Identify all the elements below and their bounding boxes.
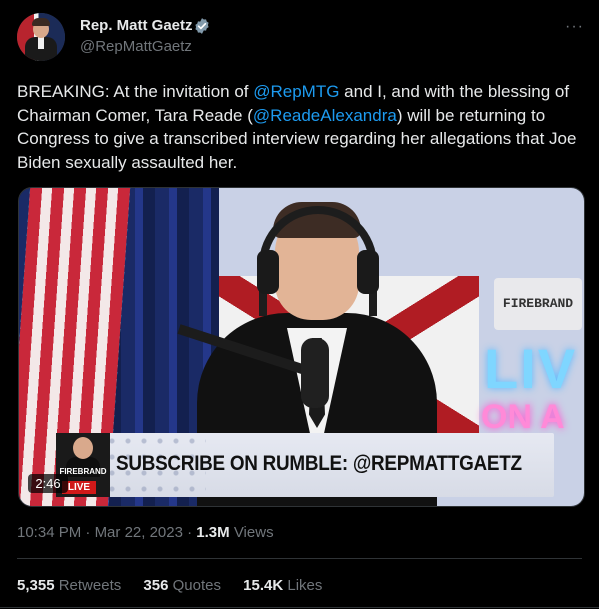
engagement-stats: 5,355 Retweets 356 Quotes 15.4K Likes xyxy=(17,577,340,594)
video-player[interactable]: FIREBRAND LIV ON A FIREBRAND LIVE SUBSCR… xyxy=(18,187,585,507)
tweet: Rep. Matt Gaetz @RepMattGaetz ··· BREAKI… xyxy=(0,0,599,609)
video-neon-live: LIV xyxy=(484,337,578,400)
retweets-stat[interactable]: 5,355 Retweets xyxy=(17,577,121,594)
mention-link[interactable]: @ReadeAlexandra xyxy=(253,106,397,125)
retweets-label: Retweets xyxy=(58,577,122,594)
likes-count: 15.4K xyxy=(243,577,284,594)
subscribe-banner: FIREBRAND LIVE SUBSCRIBE ON RUMBLE: @REP… xyxy=(56,433,554,497)
author-name[interactable]: Rep. Matt Gaetz xyxy=(80,17,193,34)
tweet-meta: 10:34 PM · Mar 22, 2023 · 1.3M Views xyxy=(17,524,274,541)
headphone-left-cup xyxy=(257,250,279,294)
author-handle[interactable]: @RepMattGaetz xyxy=(80,38,192,55)
retweets-count: 5,355 xyxy=(17,577,55,594)
more-options-icon[interactable]: ··· xyxy=(565,18,584,36)
mention-link[interactable]: @RepMTG xyxy=(253,82,339,101)
video-license-plate: FIREBRAND xyxy=(494,278,582,330)
likes-label: Likes xyxy=(287,577,323,594)
quotes-label: Quotes xyxy=(172,577,221,594)
banner-thumb-face xyxy=(73,437,93,459)
video-duration: 2:46 xyxy=(28,474,68,493)
headphone-right-cup xyxy=(357,250,379,294)
avatar-hair xyxy=(32,18,50,26)
quotes-stat[interactable]: 356 Quotes xyxy=(143,577,221,594)
tweet-date[interactable]: Mar 22, 2023 xyxy=(95,524,183,541)
likes-stat[interactable]: 15.4K Likes xyxy=(243,577,322,594)
meta-separator: · xyxy=(187,524,197,541)
views-count: 1.3M xyxy=(196,524,230,541)
tweet-text-part: BREAKING: At the invitation of xyxy=(17,82,254,101)
avatar-shirt xyxy=(38,37,44,49)
views-label: Views xyxy=(233,524,274,541)
quotes-count: 356 xyxy=(143,577,169,594)
avatar[interactable] xyxy=(17,13,65,61)
meta-separator: · xyxy=(85,524,95,541)
verified-badge-icon[interactable] xyxy=(193,17,211,35)
divider xyxy=(17,558,582,559)
divider xyxy=(0,607,599,608)
banner-text: SUBSCRIBE ON RUMBLE: @REPMATTGAETZ xyxy=(116,452,522,475)
tweet-text: BREAKING: At the invitation of @RepMTG a… xyxy=(17,80,582,174)
microphone-icon xyxy=(301,338,329,408)
video-neon-on-air: ON A xyxy=(481,398,565,436)
tweet-time[interactable]: 10:34 PM xyxy=(17,524,81,541)
